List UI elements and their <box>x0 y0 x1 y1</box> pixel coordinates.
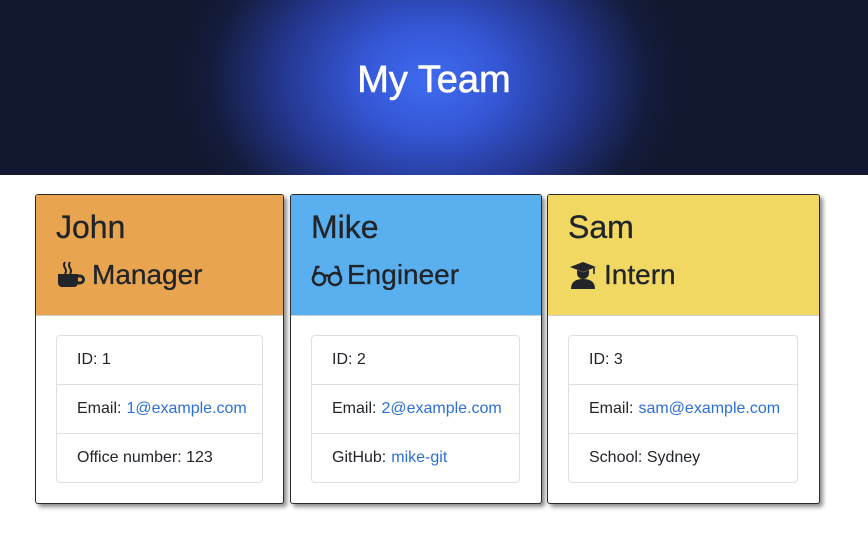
list-item-email: Email: 1@example.com <box>57 385 262 434</box>
list-item-id: ID: 1 <box>57 336 262 385</box>
page-title: My Team <box>357 59 511 102</box>
github-label: GitHub: <box>332 449 387 466</box>
employee-role: Manager <box>56 255 203 295</box>
card-header: Sam Intern <box>548 195 819 316</box>
role-label: Engineer <box>347 259 460 290</box>
email-label: Email: <box>77 400 122 417</box>
details-list: ID: 3 Email: sam@example.com School: Syd… <box>568 335 798 483</box>
list-item-github: GitHub: mike-git <box>312 434 519 482</box>
employee-name: Sam <box>568 209 634 245</box>
list-item-id: ID: 3 <box>569 336 797 385</box>
list-item-email: Email: sam@example.com <box>569 385 797 434</box>
role-label: Intern <box>604 259 676 290</box>
role-label: Manager <box>92 259 203 290</box>
employee-name: Mike <box>311 209 379 245</box>
email-link[interactable]: 1@example.com <box>126 400 246 418</box>
hero-banner: My Team <box>0 0 868 175</box>
list-item-school: School: Sydney <box>589 449 701 466</box>
list-item-email: Email: 2@example.com <box>312 385 519 434</box>
list-item-id: ID: 2 <box>312 336 519 385</box>
graduate-icon <box>568 260 598 290</box>
details-list: ID: 1 Email: 1@example.com Office number… <box>56 335 263 483</box>
employee-card-intern: Sam Intern ID: 3 Email: sam@example.com … <box>547 194 820 504</box>
email-link[interactable]: sam@example.com <box>638 400 780 418</box>
employee-role: Intern <box>568 255 676 295</box>
coffee-icon <box>56 260 86 290</box>
card-header: Mike Engineer <box>291 195 541 316</box>
card-header: John Manager <box>36 195 283 316</box>
github-link[interactable]: mike-git <box>391 449 447 467</box>
list-item-office: Office number: 123 <box>77 449 213 466</box>
employee-card-engineer: Mike Engineer ID: 2 Email: 2@example.com… <box>290 194 542 504</box>
glasses-icon <box>311 260 343 290</box>
email-label: Email: <box>589 400 634 417</box>
employee-name: John <box>56 209 126 245</box>
details-list: ID: 2 Email: 2@example.com GitHub: mike-… <box>311 335 520 483</box>
email-link[interactable]: 2@example.com <box>381 400 501 418</box>
employee-role: Engineer <box>311 255 459 295</box>
email-label: Email: <box>332 400 377 417</box>
employee-card-manager: John Manager ID: 1 Email: 1@example.com … <box>35 194 284 504</box>
